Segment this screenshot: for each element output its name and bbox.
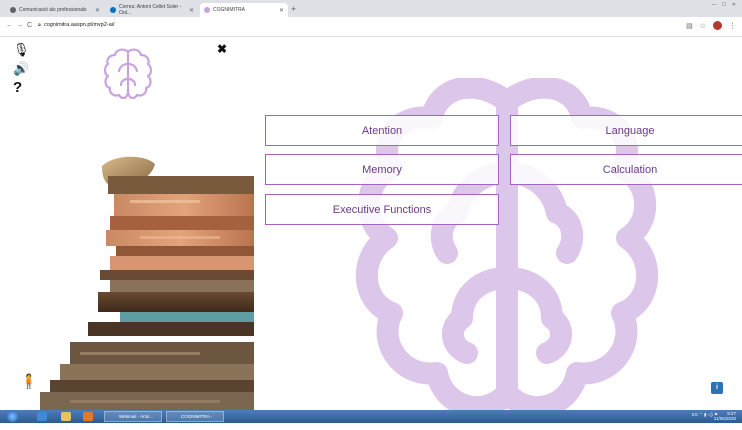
person-icon[interactable]: 🧍 (20, 373, 37, 390)
taskbar-item-webmail[interactable]: Webmail - Anto... (104, 411, 162, 422)
os-taskbar: Webmail - Anto... COGNIMITRA - Go... ES … (0, 410, 742, 428)
taskbar-item-chrome[interactable]: COGNIMITRA - Go... (166, 411, 224, 428)
forward-icon[interactable]: → (16, 21, 23, 31)
url-field[interactable]: 🔒︎ cognimitra.aaspn.pt/mvp2-ai/ (38, 22, 115, 29)
new-tab-button[interactable]: + (291, 3, 296, 15)
avatar-character (40, 156, 254, 410)
calculation-button[interactable]: Calculation (510, 154, 742, 185)
memory-button[interactable]: Memory (265, 154, 499, 185)
attention-button[interactable]: Atention (265, 115, 499, 146)
start-button[interactable] (7, 411, 18, 422)
tab-title: COGNIMITRA (213, 7, 245, 13)
brain-logo-icon (103, 48, 153, 99)
media-player-icon[interactable] (83, 412, 93, 421)
tab-title: Comunicació als professionals (19, 7, 87, 13)
language-button[interactable]: Language (510, 115, 742, 146)
tab-favicon-icon (204, 7, 210, 13)
back-icon[interactable]: ← (6, 21, 13, 31)
lock-icon: 🔒︎ (38, 22, 41, 28)
tab-close-icon[interactable]: ✕ (95, 7, 100, 14)
address-bar: ← → C 🔒︎ cognimitra.aaspn.pt/mvp2-ai/ ▤ ☆… (0, 17, 742, 37)
browser-tab[interactable]: Correu: Antoni Cellet Soler - Out... ✕ (106, 3, 198, 17)
window-controls[interactable]: — ☐ ✕ (712, 2, 738, 8)
browser-tab-active[interactable]: COGNIMITRA ✕ (200, 3, 288, 17)
mute-mic-icon[interactable]: 🎙 (13, 43, 30, 57)
toolbar-icons: ▤ ☆ ⋮ (686, 21, 736, 30)
menu-kebab-icon[interactable]: ⋮ (729, 22, 736, 30)
browser-tab-bar: Comunicació als professionals ✕ Correu: … (0, 0, 742, 17)
tab-close-icon[interactable]: ✕ (279, 7, 284, 14)
url-text: cognimitra.aaspn.pt/mvp2-ai/ (43, 22, 115, 28)
close-icon[interactable]: ✖ (217, 42, 227, 56)
help-icon[interactable]: ? (13, 80, 22, 95)
tab-title: Correu: Antoni Cellet Soler - Out... (119, 4, 182, 16)
taskbar-clock: 9:27 11/06/2020 (714, 411, 736, 421)
ie-icon[interactable] (37, 412, 47, 421)
sound-icon[interactable]: 🔊 (13, 62, 29, 76)
browser-tab[interactable]: Comunicació als professionals ✕ (6, 3, 104, 17)
executive-functions-button[interactable]: Executive Functions (265, 194, 499, 225)
tab-close-icon[interactable]: ✕ (189, 7, 194, 14)
info-button[interactable]: i (711, 382, 723, 394)
explorer-icon[interactable] (61, 412, 71, 421)
tab-favicon-icon (110, 7, 116, 13)
clock-date: 11/06/2020 (713, 416, 736, 421)
tab-favicon-icon (10, 7, 16, 13)
app-page: 🎙 🔊 ? ✖ Atention Language Memory Calcula… (0, 38, 742, 410)
reload-icon[interactable]: C (27, 21, 32, 31)
bookmark-star-icon[interactable]: ☆ (700, 22, 706, 30)
reader-icon[interactable]: ▤ (686, 22, 693, 30)
profile-avatar[interactable] (713, 21, 722, 30)
